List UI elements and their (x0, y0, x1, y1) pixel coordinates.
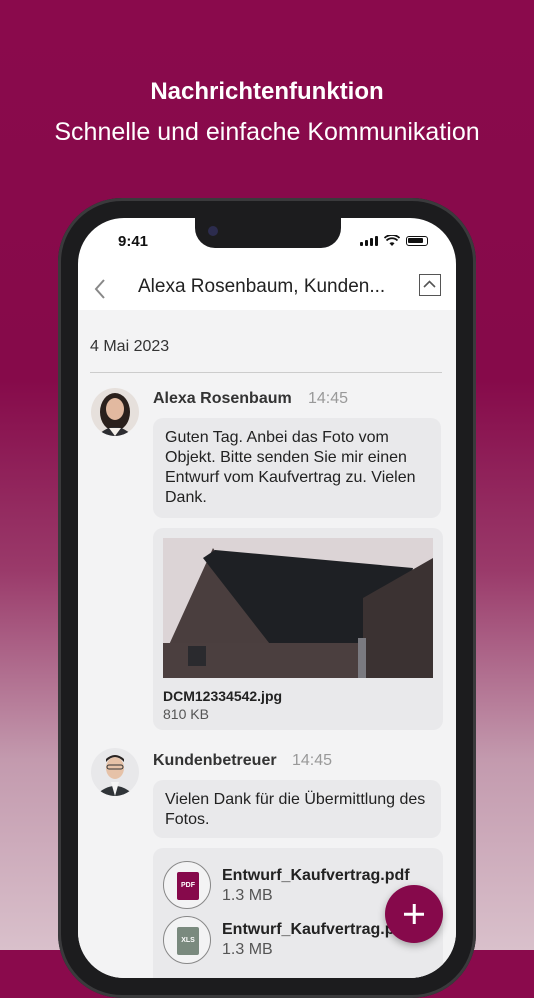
file-name[interactable]: Entwurf_Kaufvertrag.pdf (222, 867, 410, 885)
divider (90, 372, 442, 373)
message-time: 14:45 (292, 752, 333, 769)
file-size: 1.3 MB (222, 887, 273, 904)
status-icons (360, 235, 428, 247)
signal-icon (360, 236, 378, 246)
sender-name: Kundenbetreuer (153, 752, 277, 769)
status-time: 9:41 (118, 233, 149, 250)
promo-subtitle: Schnelle und einfache Kommunikation (54, 118, 480, 146)
chat-title: Alexa Rosenbaum, Kunden... (138, 276, 386, 297)
xls-icon: XLS (177, 927, 199, 955)
file-size: 1.3 MB (222, 941, 273, 958)
file-item[interactable]: XLS (163, 916, 211, 964)
avatar (91, 748, 139, 796)
back-button[interactable] (88, 274, 112, 304)
message-list[interactable]: 4 Mai 2023 Alexa Rosenbaum 14:45 Guten T… (78, 310, 456, 978)
message-time: 14:45 (308, 390, 349, 407)
camera-icon (208, 226, 218, 236)
phone-screen: 9:41 Alexa Rosenbaum, Kunden... 4 Mai 20… (78, 218, 456, 978)
battery-icon (406, 236, 428, 246)
pdf-icon: PDF (177, 872, 199, 900)
chevron-up-icon (423, 280, 436, 288)
chat-header: Alexa Rosenbaum, Kunden... (78, 268, 456, 311)
notch (195, 218, 341, 248)
file-item[interactable]: PDF (163, 861, 211, 909)
attachment-name: DCM12334542.jpg (163, 688, 283, 704)
collapse-button[interactable] (419, 274, 441, 296)
add-button[interactable] (385, 885, 443, 943)
message-bubble: Guten Tag. Anbei das Foto vom Objekt. Bi… (153, 418, 441, 518)
image-attachment[interactable]: DCM12334542.jpg 810 KB (153, 528, 443, 730)
message-bubble: Vielen Dank für die Übermittlung des Fot… (153, 780, 441, 838)
wifi-icon (384, 235, 400, 246)
attachment-size: 810 KB (163, 706, 209, 722)
promo-title: Nachrichtenfunktion (150, 78, 384, 105)
message-text: Guten Tag. Anbei das Foto vom Objekt. Bi… (165, 429, 416, 506)
sender-name: Alexa Rosenbaum (153, 390, 292, 407)
avatar (91, 388, 139, 436)
file-name[interactable]: Entwurf_Kaufvertrag.pdf (222, 921, 410, 939)
attachment-photo (163, 538, 433, 678)
date-separator: 4 Mai 2023 (90, 338, 170, 355)
message-text: Vielen Dank für die Übermittlung des Fot… (165, 791, 426, 828)
